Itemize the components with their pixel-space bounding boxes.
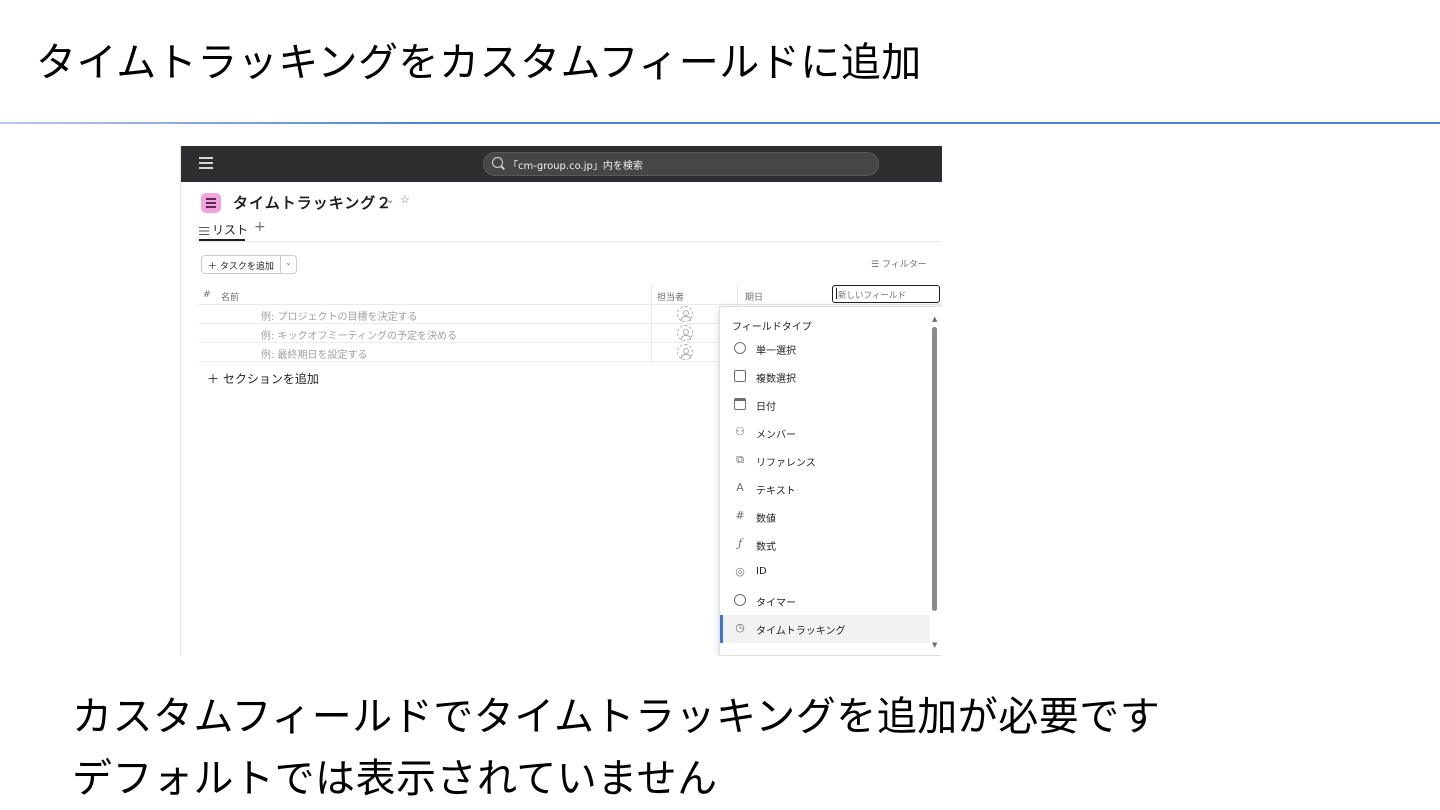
field-type-formula[interactable]: ƒ 数式 — [720, 531, 930, 559]
filter-label: フィルター — [881, 260, 927, 270]
assignee-avatar-icon[interactable] — [677, 344, 693, 360]
task-name[interactable]: 例: 最終期日を設定する — [261, 346, 368, 361]
table-row[interactable]: 例: 最終期日を設定する — [199, 343, 719, 362]
dropdown-header: フィールドタイプ — [732, 322, 812, 333]
new-field-input[interactable]: 新しいフィールド — [832, 285, 940, 303]
chevron-down-icon[interactable]: ⌄ — [386, 195, 394, 206]
add-section-button[interactable]: ＋ セクションを追加 — [207, 370, 319, 387]
field-type-member[interactable]: ⚇ メンバー — [720, 419, 930, 447]
hash-icon: # — [735, 509, 745, 522]
field-type-multi-select[interactable]: 複数選択 — [720, 363, 930, 391]
column-name[interactable]: 名前 — [221, 290, 239, 303]
text-icon: A — [736, 481, 744, 494]
field-type-single-select[interactable]: 単一選択 — [720, 335, 930, 363]
field-type-label: メンバー — [756, 430, 796, 441]
star-icon[interactable]: ☆ — [400, 193, 410, 206]
title-divider — [0, 122, 1440, 124]
clock-icon — [734, 594, 746, 606]
scroll-down-icon[interactable]: ▼ — [932, 641, 937, 649]
stopwatch-icon: ◷ — [735, 621, 745, 634]
reference-icon: ⧉ — [736, 453, 744, 466]
scrollbar-thumb[interactable] — [932, 327, 937, 611]
field-type-reference[interactable]: ⧉ リファレンス — [720, 447, 930, 475]
calendar-icon — [734, 398, 746, 410]
field-type-label: タイムトラッキング — [756, 626, 846, 637]
add-task-separator — [280, 256, 281, 273]
chevron-down-icon[interactable]: ⌄ — [285, 258, 292, 267]
filter-icon: ☰ — [871, 260, 882, 270]
field-type-time-tracking[interactable]: ◷ タイムトラッキング — [720, 615, 930, 643]
add-task-label: ＋ タスクを追加 — [208, 262, 274, 272]
menu-icon[interactable] — [199, 157, 213, 169]
circle-check-icon — [734, 342, 746, 354]
field-type-dropdown: フィールドタイプ 単一選択 複数選択 日付 ⚇ メンバー ⧉ リファレンス A … — [719, 306, 942, 656]
search-icon — [492, 157, 503, 168]
app-screenshot: 「cm-group.co.jp」内を検索 タイムトラッキング２ ⌄ ☆ リスト … — [180, 146, 942, 656]
field-type-label: 複数選択 — [756, 374, 796, 385]
scroll-up-icon[interactable]: ▲ — [932, 315, 937, 323]
table-row[interactable]: 例: プロジェクトの目標を決定する — [199, 305, 719, 324]
caption-line-2: デフォルトでは表示されていません — [72, 756, 718, 802]
assignee-avatar-icon[interactable] — [677, 325, 693, 341]
field-type-label: 数式 — [756, 542, 776, 553]
list-icon — [199, 226, 209, 235]
project-list-icon — [201, 193, 221, 213]
caption-line-1: カスタムフィールドでタイムトラッキングを追加が必要です — [72, 694, 1161, 740]
table-row[interactable]: 例: キックオフミーティングの予定を決める — [199, 324, 719, 343]
field-type-label: リファレンス — [756, 458, 816, 469]
field-type-number[interactable]: # 数値 — [720, 503, 930, 531]
column-number: # — [203, 290, 211, 300]
task-name[interactable]: 例: プロジェクトの目標を決定する — [261, 308, 418, 323]
search-placeholder: 「cm-group.co.jp」内を検索 — [508, 161, 643, 172]
field-type-timer[interactable]: タイマー — [720, 587, 930, 615]
box-check-icon — [734, 370, 746, 382]
fingerprint-icon: ◎ — [735, 565, 745, 578]
field-type-label: テキスト — [756, 486, 796, 497]
search-bar[interactable]: 「cm-group.co.jp」内を検索 — [483, 152, 879, 176]
person-icon: ⚇ — [735, 425, 745, 438]
tab-list-label: リスト — [212, 223, 249, 237]
assignee-avatar-icon[interactable] — [677, 306, 693, 322]
formula-icon: ƒ — [737, 537, 743, 550]
field-type-label: 日付 — [756, 402, 776, 413]
field-type-text[interactable]: A テキスト — [720, 475, 930, 503]
field-type-label: 単一選択 — [756, 346, 796, 357]
top-bar: 「cm-group.co.jp」内を検索 — [181, 146, 942, 182]
column-due-date[interactable]: 期日 — [745, 290, 763, 303]
column-assignee[interactable]: 担当者 — [657, 290, 684, 303]
filter-button[interactable]: ☰ フィルター — [871, 257, 927, 270]
add-tab-icon[interactable]: + — [254, 219, 266, 235]
new-field-placeholder: 新しいフィールド — [838, 291, 906, 301]
field-type-label: 数値 — [756, 514, 776, 525]
project-title[interactable]: タイムトラッキング２ — [233, 192, 392, 213]
text-caret — [836, 288, 837, 299]
task-name[interactable]: 例: キックオフミーティングの予定を決める — [261, 327, 457, 342]
tab-divider — [199, 241, 942, 242]
tab-list[interactable]: リスト — [199, 221, 248, 238]
field-type-label: ID — [756, 566, 767, 577]
field-type-date[interactable]: 日付 — [720, 391, 930, 419]
add-task-button[interactable]: ＋ タスクを追加 ⌄ — [201, 255, 297, 274]
dropdown-scrollbar[interactable]: ▲ ▼ — [930, 315, 940, 649]
slide-title: タイムトラッキングをカスタムフィールドに追加 — [36, 40, 922, 86]
field-type-id[interactable]: ◎ ID — [720, 559, 930, 587]
field-type-label: タイマー — [756, 598, 796, 609]
